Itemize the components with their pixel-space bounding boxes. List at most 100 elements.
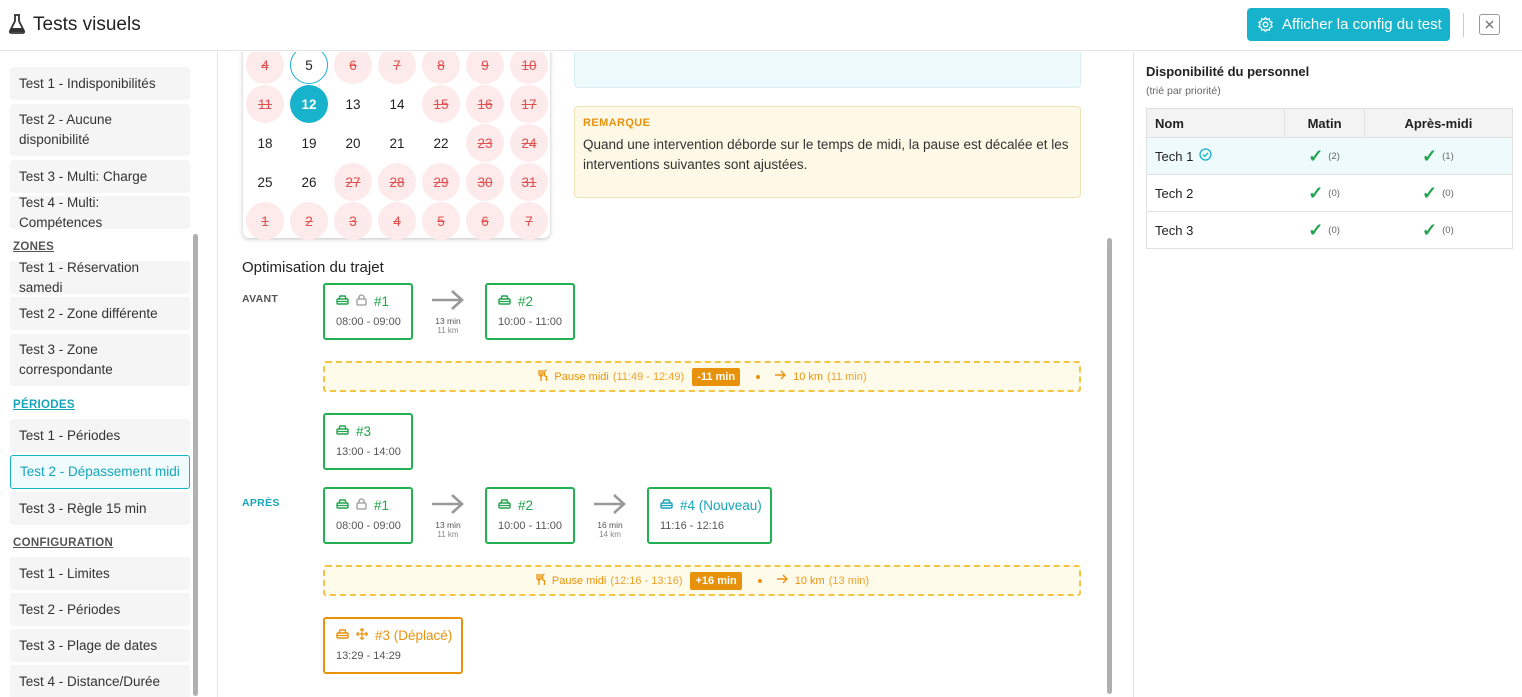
- close-button[interactable]: [1479, 14, 1500, 35]
- calendar-day[interactable]: 11: [246, 85, 284, 123]
- sidebar: Test 1 - Indisponibilités Test 2 - Aucun…: [0, 52, 218, 697]
- calendar-day[interactable]: 1: [246, 202, 284, 240]
- intervention-card[interactable]: #2 10:00 - 11:00: [485, 487, 575, 544]
- move-icon: [356, 628, 368, 643]
- sidebar-item-config-test2[interactable]: Test 2 - Périodes: [10, 593, 190, 626]
- matin-count: (0): [1328, 224, 1340, 236]
- card-label: #3 (Déplacé): [375, 628, 453, 643]
- sidebar-item-config-test3[interactable]: Test 3 - Plage de dates: [10, 629, 190, 662]
- calendar-day[interactable]: 31: [510, 163, 548, 201]
- sidebar-item-zone-test2[interactable]: Test 2 - Zone différente: [10, 297, 190, 330]
- car-icon: [660, 498, 673, 513]
- arrow-right-icon: [594, 494, 626, 514]
- sidebar-item-config-test4[interactable]: Test 4 - Distance/Durée: [10, 665, 190, 697]
- apres-midi-count: (0): [1442, 224, 1454, 236]
- calendar-day[interactable]: 10: [510, 52, 548, 84]
- route-duration: 13 min: [435, 316, 461, 326]
- car-icon: [336, 294, 349, 309]
- flask-icon: [8, 14, 26, 39]
- page-title: Tests visuels: [33, 14, 141, 35]
- sidebar-item-test1-indispo[interactable]: Test 1 - Indisponibilités: [10, 67, 190, 100]
- sidebar-scrollbar[interactable]: [193, 234, 198, 696]
- calendar-day[interactable]: 29: [422, 163, 460, 201]
- section-zones[interactable]: ZONES: [13, 241, 54, 253]
- remark-box: REMARQUE Quand une intervention déborde …: [574, 106, 1081, 198]
- table-row[interactable]: Tech 1 ✓ (2) ✓ (1): [1147, 137, 1512, 174]
- car-icon: [336, 424, 349, 439]
- section-configuration[interactable]: CONFIGURATION: [13, 537, 113, 549]
- sidebar-item-test3-charge[interactable]: Test 3 - Multi: Charge: [10, 160, 190, 193]
- calendar-day[interactable]: 28: [378, 163, 416, 201]
- calendar-day[interactable]: 4: [246, 52, 284, 84]
- intervention-card[interactable]: #1 08:00 - 09:00: [323, 283, 413, 340]
- calendar-day[interactable]: 22: [422, 124, 460, 162]
- calendar-day[interactable]: 4: [378, 202, 416, 240]
- intervention-card[interactable]: #1 08:00 - 09:00: [323, 487, 413, 544]
- check-icon: ✓: [1308, 146, 1324, 166]
- sidebar-item-periodes-test2[interactable]: Test 2 - Dépassement midi: [10, 455, 190, 489]
- show-config-button[interactable]: Afficher la config du test: [1247, 8, 1450, 41]
- sidebar-item-test2-aucune[interactable]: Test 2 - Aucune disponibilité: [10, 104, 190, 156]
- sidebar-item-periodes-test3[interactable]: Test 3 - Règle 15 min: [10, 492, 190, 525]
- calendar-day[interactable]: 2: [290, 202, 328, 240]
- calendar-day[interactable]: 3: [334, 202, 372, 240]
- main-scrollbar[interactable]: [1107, 238, 1112, 694]
- route-arrow: 13 min 11 km: [423, 288, 473, 335]
- calendar-day[interactable]: 18: [246, 124, 284, 162]
- calendar-day[interactable]: 7: [378, 52, 416, 84]
- sidebar-item-periodes-test1[interactable]: Test 1 - Périodes: [10, 419, 190, 452]
- sidebar-item-zone-test3[interactable]: Test 3 - Zone correspondante: [10, 334, 190, 386]
- calendar-day[interactable]: 12: [290, 85, 328, 123]
- show-config-label: Afficher la config du test: [1282, 16, 1442, 33]
- arrow-right-icon: [774, 370, 787, 383]
- modal-header: Tests visuels Afficher la config du test: [0, 0, 1522, 51]
- calendar-day[interactable]: 21: [378, 124, 416, 162]
- remark-title: REMARQUE: [583, 117, 651, 129]
- intervention-card-moved[interactable]: #3 (Déplacé) 13:29 - 14:29: [323, 617, 463, 674]
- calendar-day[interactable]: 13: [334, 85, 372, 123]
- calendar-day[interactable]: 8: [422, 52, 460, 84]
- calendar-day[interactable]: 14: [378, 85, 416, 123]
- calendar-day[interactable]: 23: [466, 124, 504, 162]
- card-time: 08:00 - 09:00: [336, 520, 401, 532]
- table-row[interactable]: Tech 2 ✓ (0) ✓ (0): [1147, 174, 1512, 211]
- lunch-break-bar: Pause midi (12:16 - 13:16) +16 min 10 km…: [323, 565, 1081, 596]
- calendar: 4 5 6 7 8 9 10 11 12 13 14 15 16 17 18 19 20 21 22 23 24 25 26…: [243, 52, 550, 240]
- calendar-day[interactable]: 5: [290, 52, 328, 84]
- calendar-day[interactable]: 27: [334, 163, 372, 201]
- utensils-icon: [535, 572, 548, 589]
- calendar-day[interactable]: 20: [334, 124, 372, 162]
- staff-table: Nom Matin Après-midi Tech 1 ✓ (2) ✓ (1) Te…: [1146, 108, 1513, 249]
- card-label: #3: [356, 424, 372, 439]
- calendar-day[interactable]: 6: [466, 202, 504, 240]
- calendar-day[interactable]: 7: [510, 202, 548, 240]
- calendar-day[interactable]: 24: [510, 124, 548, 162]
- sidebar-item-config-test1[interactable]: Test 1 - Limites: [10, 557, 190, 590]
- intervention-card-new[interactable]: #4 (Nouveau) 11:16 - 12:16: [647, 487, 772, 544]
- card-time: 13:00 - 14:00: [336, 446, 401, 458]
- check-icon: ✓: [1422, 183, 1438, 203]
- header-divider: [1463, 13, 1464, 37]
- calendar-day[interactable]: 17: [510, 85, 548, 123]
- table-row[interactable]: Tech 3 ✓ (0) ✓ (0): [1147, 211, 1512, 248]
- intervention-card[interactable]: #2 10:00 - 11:00: [485, 283, 575, 340]
- calendar-day[interactable]: 9: [466, 52, 504, 84]
- sidebar-item-test4-competences[interactable]: Test 4 - Multi: Compétences: [10, 195, 190, 230]
- calendar-day[interactable]: 5: [422, 202, 460, 240]
- calendar-day[interactable]: 16: [466, 85, 504, 123]
- section-periodes[interactable]: PÉRIODES: [13, 399, 75, 411]
- avant-label: AVANT: [242, 293, 279, 305]
- lock-icon: [356, 498, 367, 513]
- sidebar-item-zone-test1[interactable]: Test 1 - Réservation samedi: [10, 260, 190, 295]
- calendar-day[interactable]: 19: [290, 124, 328, 162]
- car-icon: [336, 498, 349, 513]
- calendar-day[interactable]: 25: [246, 163, 284, 201]
- calendar-day[interactable]: 26: [290, 163, 328, 201]
- intervention-card[interactable]: #3 13:00 - 14:00: [323, 413, 413, 470]
- pause-distance: 10 km: [793, 370, 824, 383]
- calendar-day[interactable]: 6: [334, 52, 372, 84]
- calendar-day[interactable]: 15: [422, 85, 460, 123]
- route-distance: 11 km: [437, 530, 459, 539]
- calendar-day[interactable]: 30: [466, 163, 504, 201]
- staff-panel: Disponibilité du personnel (trié par pri…: [1133, 52, 1522, 697]
